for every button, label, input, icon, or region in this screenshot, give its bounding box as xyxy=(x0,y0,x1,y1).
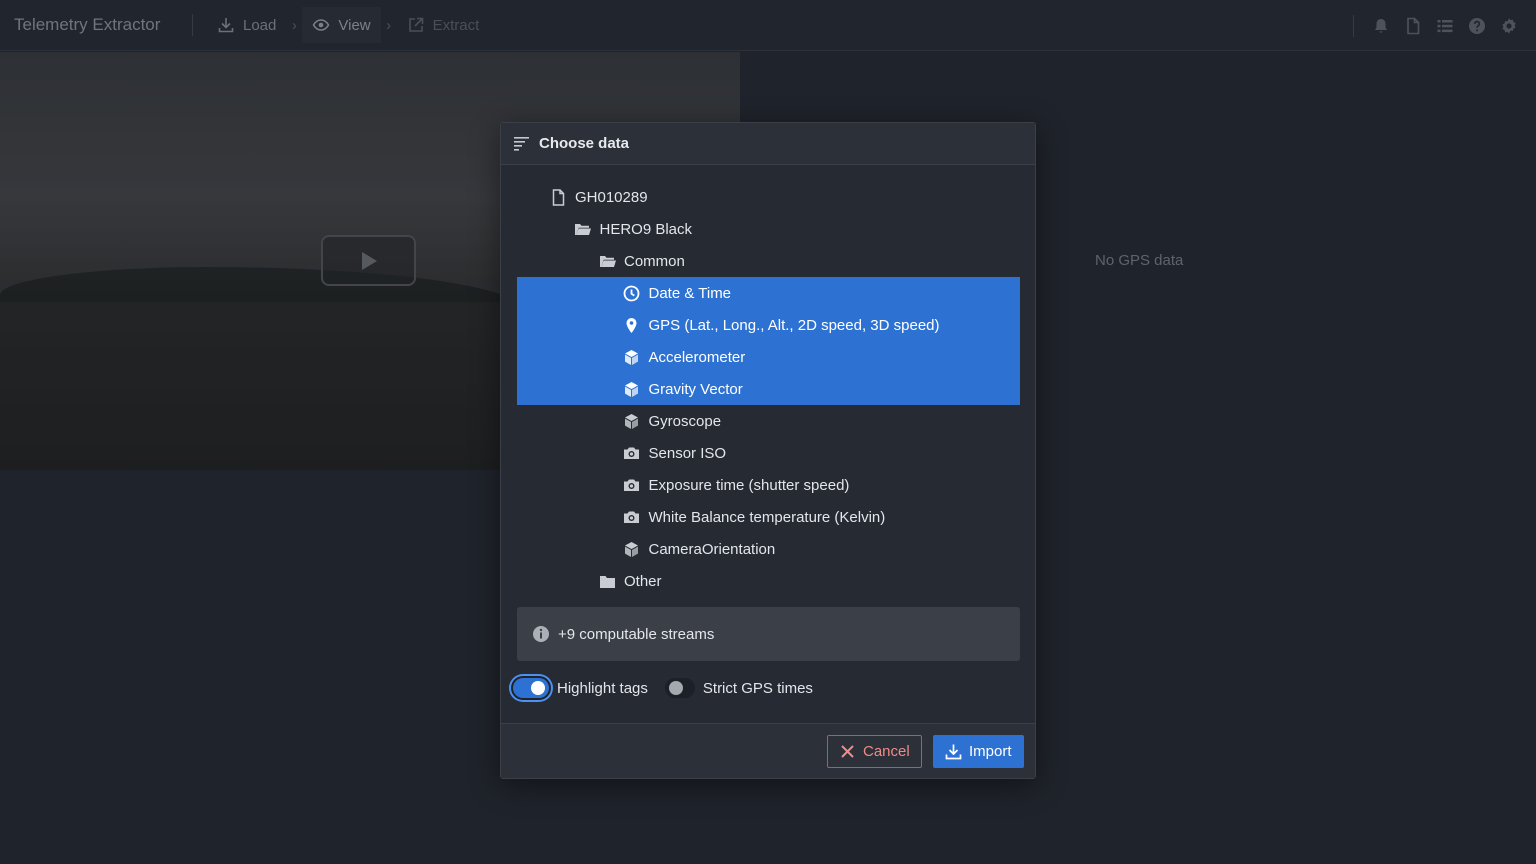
document-icon[interactable] xyxy=(1404,17,1422,35)
tree-node-label: Date & Time xyxy=(648,284,732,302)
nav-load-label: Load xyxy=(243,16,277,34)
tree-node-label: CameraOrientation xyxy=(648,540,776,558)
clock-icon xyxy=(623,284,641,302)
tree-node-label: Gravity Vector xyxy=(648,380,743,398)
folder-open-icon xyxy=(574,220,592,238)
cube-icon xyxy=(623,348,641,366)
app-title: Telemetry Extractor xyxy=(14,15,161,34)
navbar-divider xyxy=(1353,14,1354,37)
camera-icon xyxy=(623,508,641,526)
download-icon xyxy=(945,744,962,760)
dialog-title: Choose data xyxy=(539,135,630,152)
tree-node[interactable]: GH010289 xyxy=(517,181,1020,213)
tree-node-label: GH010289 xyxy=(575,188,648,206)
tree-node[interactable]: Accelerometer xyxy=(517,341,1020,373)
tree-node[interactable]: White Balance temperature (Kelvin) xyxy=(517,501,1020,533)
folder-open-icon xyxy=(598,252,616,270)
tree-node-label: Accelerometer xyxy=(648,348,746,366)
import-label: Import xyxy=(969,743,1012,760)
tree-node[interactable]: CameraOrientation xyxy=(517,533,1020,565)
options-row: Highlight tags Strict GPS times xyxy=(513,676,813,700)
bell-icon[interactable] xyxy=(1372,17,1390,35)
dialog-header: Choose data xyxy=(501,123,1035,165)
data-tree: GH010289 HERO9 Black Common Date & Time GPS … xyxy=(517,181,1020,597)
tree-node-label: Gyroscope xyxy=(648,412,722,430)
top-right-actions xyxy=(1353,0,1518,51)
dialog-footer: Cancel Import xyxy=(501,723,1035,778)
tree-node-label: HERO9 Black xyxy=(599,220,693,238)
list-icon[interactable] xyxy=(1436,17,1454,35)
cube-icon xyxy=(623,380,641,398)
chevron-right-icon: › xyxy=(291,16,297,34)
info-icon xyxy=(533,626,549,642)
tree-node[interactable]: Date & Time xyxy=(517,277,1020,309)
document-icon xyxy=(549,188,567,206)
import-button[interactable]: Import xyxy=(933,735,1024,768)
cube-icon xyxy=(623,540,641,558)
navbar-divider xyxy=(192,14,193,36)
nav-view-button[interactable]: View xyxy=(302,7,381,43)
nav-view-label: View xyxy=(338,16,371,34)
switch-knob xyxy=(531,681,545,695)
map-empty-state: No GPS data xyxy=(1095,252,1184,269)
tree-node[interactable]: Gyroscope xyxy=(517,405,1020,437)
tree-node-label: Sensor ISO xyxy=(648,444,727,462)
callout-text: +9 computable streams xyxy=(558,625,715,643)
sort-lines-icon xyxy=(514,137,529,151)
tree-node-label: Exposure time (shutter speed) xyxy=(648,476,850,494)
close-icon xyxy=(841,745,854,758)
folder-closed-icon xyxy=(598,572,616,590)
cube-icon xyxy=(623,412,641,430)
export-icon xyxy=(408,17,423,32)
highlight-tags-switch[interactable] xyxy=(513,678,549,698)
tree-node[interactable]: Gravity Vector xyxy=(517,373,1020,405)
strict-gps-switch[interactable] xyxy=(664,678,695,698)
nav-extract-button[interactable]: Extract xyxy=(397,7,490,43)
highlight-tags-label: Highlight tags xyxy=(557,679,648,697)
strict-gps-label: Strict GPS times xyxy=(702,679,813,697)
download-icon xyxy=(218,18,234,33)
tree-node[interactable]: GPS (Lat., Long., Alt., 2D speed, 3D spe… xyxy=(517,309,1020,341)
eye-icon xyxy=(313,19,330,31)
camera-icon xyxy=(623,444,641,462)
switch-knob xyxy=(668,681,683,695)
nav-load-button[interactable]: Load xyxy=(207,7,286,43)
cancel-label: Cancel xyxy=(863,743,910,760)
tree-node-label: Other xyxy=(624,572,662,590)
chevron-right-icon: › xyxy=(386,16,392,34)
top-navbar: Telemetry Extractor Load › View › Extrac… xyxy=(0,0,1536,51)
tree-node[interactable]: Exposure time (shutter speed) xyxy=(517,469,1020,501)
computable-streams-callout: +9 computable streams xyxy=(517,607,1020,661)
tree-node[interactable]: Sensor ISO xyxy=(517,437,1020,469)
tree-node-label: Common xyxy=(624,252,685,270)
gear-icon[interactable] xyxy=(1500,17,1518,35)
cancel-button[interactable]: Cancel xyxy=(827,735,922,768)
tree-node-label: White Balance temperature (Kelvin) xyxy=(648,508,886,526)
tree-node[interactable]: Other xyxy=(517,565,1020,597)
tree-node[interactable]: HERO9 Black xyxy=(517,213,1020,245)
choose-data-dialog: Choose data GH010289 HERO9 Black Common Dat… xyxy=(500,122,1036,779)
tree-node-label: GPS (Lat., Long., Alt., 2D speed, 3D spe… xyxy=(648,316,940,334)
camera-icon xyxy=(623,476,641,494)
map-marker-icon xyxy=(623,316,641,334)
nav-extract-label: Extract xyxy=(432,16,480,34)
help-icon[interactable] xyxy=(1468,17,1486,35)
tree-node[interactable]: Common xyxy=(517,245,1020,277)
